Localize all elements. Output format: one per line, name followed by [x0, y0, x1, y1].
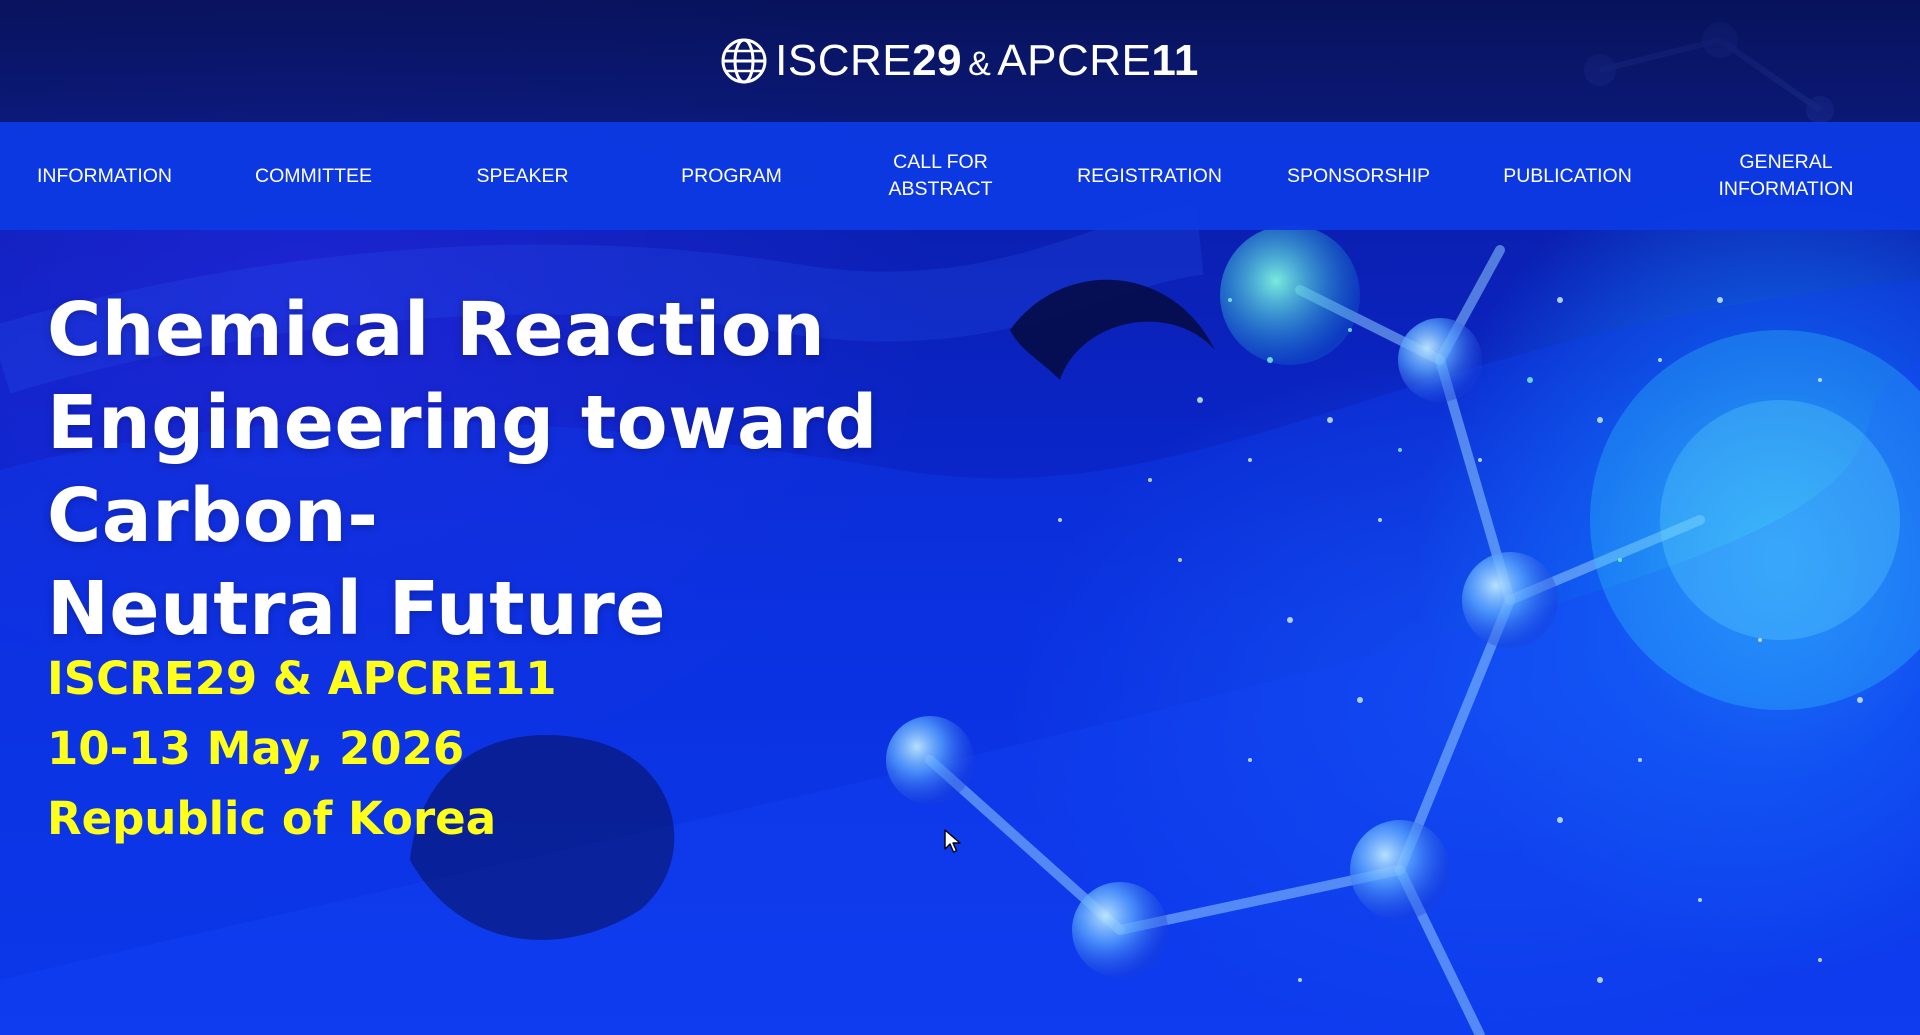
site-logo[interactable]: ISCRE29 & APCRE11 [721, 36, 1199, 86]
event-info: ISCRE29 & APCRE11 10-13 May, 2026 Republ… [47, 644, 557, 854]
event-dates: 10-13 May, 2026 [47, 722, 465, 775]
nav-item-general-information[interactable]: GENERAL INFORMATION [1672, 122, 1900, 230]
logo-num2: 11 [1151, 36, 1199, 85]
page: ISCRE29 & APCRE11 INFORMATION COMMITTEE SP… [0, 0, 1920, 1035]
headline-line-2: Engineering toward Carbon- [47, 380, 878, 559]
nav-item-sponsorship[interactable]: SPONSORSHIP [1254, 122, 1463, 230]
nav-item-call-for-abstract[interactable]: CALL FOR ABSTRACT [836, 122, 1045, 230]
nav-item-committee[interactable]: COMMITTEE [209, 122, 418, 230]
event-name: ISCRE29 & APCRE11 [47, 652, 557, 705]
nav-item-information[interactable]: INFORMATION [0, 122, 209, 230]
hero-headline: Chemical Reaction Engineering toward Car… [47, 284, 1167, 656]
main-nav: INFORMATION COMMITTEE SPEAKER PROGRAM CA… [0, 122, 1920, 230]
nav-item-program[interactable]: PROGRAM [627, 122, 836, 230]
logo-num1: 29 [912, 36, 963, 85]
event-location: Republic of Korea [47, 792, 497, 845]
logo-ampersand: & [968, 45, 992, 83]
headline-line-3: Neutral Future [47, 566, 667, 652]
nav-item-publication[interactable]: PUBLICATION [1463, 122, 1672, 230]
logo-part1: ISCRE [775, 36, 913, 85]
globe-icon [721, 38, 767, 84]
logo-text: ISCRE29 & APCRE11 [775, 36, 1199, 86]
mouse-pointer-icon [944, 829, 961, 853]
logo-part2: APCRE [997, 36, 1152, 85]
top-header: ISCRE29 & APCRE11 [0, 0, 1920, 122]
headline-line-1: Chemical Reaction [47, 287, 826, 373]
nav-item-speaker[interactable]: SPEAKER [418, 122, 627, 230]
nav-item-registration[interactable]: REGISTRATION [1045, 122, 1254, 230]
